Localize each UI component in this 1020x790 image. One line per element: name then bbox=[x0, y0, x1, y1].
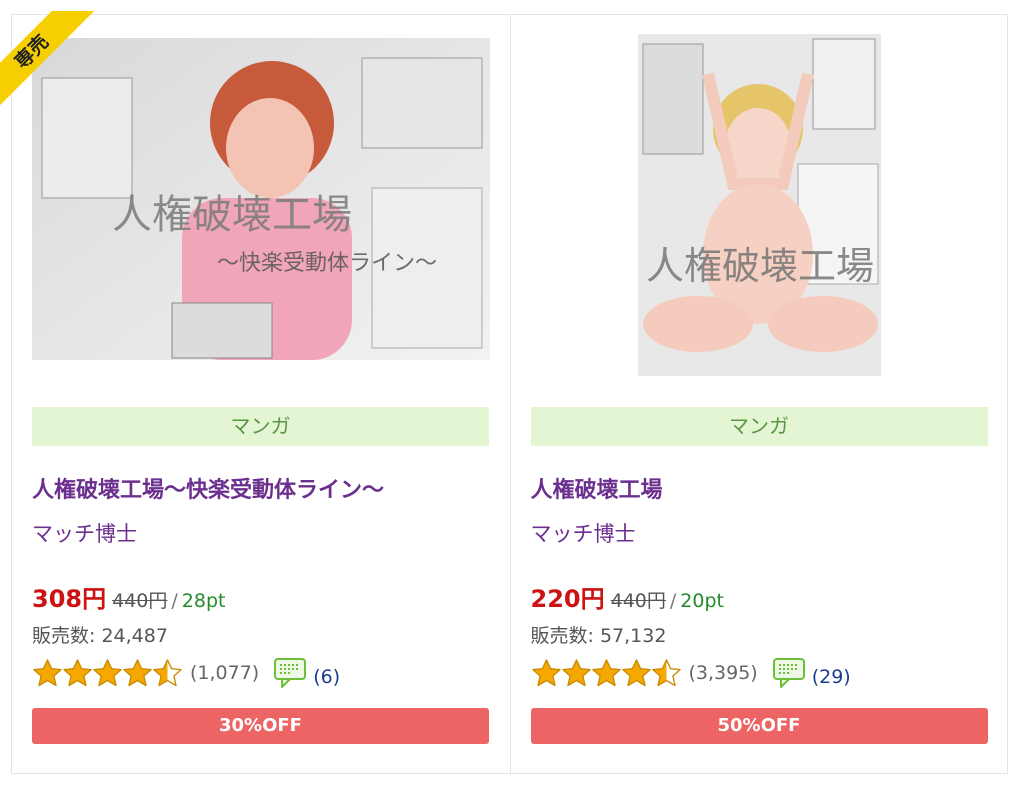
genre-label: マンガ bbox=[32, 407, 489, 446]
rating-row: (1,077) (6) bbox=[32, 656, 340, 690]
genre-label: マンガ bbox=[530, 407, 988, 446]
star-icon bbox=[561, 658, 591, 686]
sale-price: 220円 bbox=[530, 585, 605, 613]
cover-subtitle-text: 〜快楽受動体ライン〜 bbox=[217, 251, 437, 276]
price-separator: / bbox=[171, 590, 178, 612]
sale-price: 308円 bbox=[32, 585, 107, 613]
comment-icon[interactable] bbox=[772, 656, 806, 690]
product-thumbnail-area[interactable]: 人権破壊工場 〜快楽受動体ライン〜 bbox=[32, 15, 490, 385]
star-icon bbox=[153, 658, 182, 686]
comment-icon[interactable] bbox=[273, 656, 307, 690]
discount-badge: 30%OFF bbox=[32, 708, 489, 744]
product-grid: 人権破壊工場 〜快楽受動体ライン〜 専売 マンガ 人権破壊工場〜快楽受動体ライン… bbox=[0, 11, 1008, 774]
discount-badge: 50%OFF bbox=[530, 708, 988, 744]
author-link[interactable]: マッチ博士 bbox=[32, 518, 137, 548]
star-icon bbox=[63, 658, 92, 686]
product-thumbnail[interactable]: 人権破壊工場 〜快楽受動体ライン〜 bbox=[32, 38, 490, 360]
star-icon bbox=[123, 658, 152, 686]
star-icon bbox=[33, 658, 62, 686]
review-count-link[interactable]: (29) bbox=[812, 666, 851, 688]
product-title-link[interactable]: 人権破壊工場 bbox=[531, 472, 991, 504]
review-count-link[interactable]: (6) bbox=[313, 666, 340, 688]
price-row: 308円 440円/28pt bbox=[32, 579, 225, 614]
sales-count: 販売数: 24,487 bbox=[32, 625, 168, 647]
star-icon bbox=[651, 658, 681, 686]
star-icon bbox=[621, 658, 651, 686]
star-rating bbox=[531, 658, 681, 689]
cover-title-text: 人権破壊工場 bbox=[112, 192, 352, 238]
star-icon bbox=[531, 658, 561, 686]
rating-count: (1,077) bbox=[190, 662, 260, 684]
price-separator: / bbox=[669, 590, 677, 612]
price-row: 220円 440円/20pt bbox=[531, 579, 724, 614]
product-title-link[interactable]: 人権破壊工場〜快楽受動体ライン〜 bbox=[32, 472, 492, 504]
product-thumbnail-area[interactable]: 人権破壊工場 bbox=[531, 15, 989, 385]
sales-count: 販売数: 57,132 bbox=[530, 625, 667, 647]
star-icon bbox=[591, 658, 621, 686]
points-value: 28pt bbox=[181, 590, 226, 612]
original-price: 440円 bbox=[610, 590, 666, 612]
star-icon bbox=[93, 658, 122, 686]
product-thumbnail[interactable]: 人権破壊工場 bbox=[638, 34, 881, 376]
points-value: 20pt bbox=[680, 590, 724, 612]
author-link[interactable]: マッチ博士 bbox=[531, 518, 636, 548]
product-card[interactable]: 人権破壊工場 マンガ 人権破壊工場 マッチ博士 220円 440円/20pt 販売… bbox=[509, 15, 1008, 773]
cover-title-text: 人権破壊工場 bbox=[646, 244, 874, 288]
star-rating bbox=[32, 658, 182, 689]
rating-count: (3,395) bbox=[688, 662, 758, 684]
product-card[interactable]: 人権破壊工場 〜快楽受動体ライン〜 専売 マンガ 人権破壊工場〜快楽受動体ライン… bbox=[0, 11, 510, 773]
original-price: 440円 bbox=[112, 590, 168, 612]
rating-row: (3,395) (29) bbox=[531, 656, 851, 690]
